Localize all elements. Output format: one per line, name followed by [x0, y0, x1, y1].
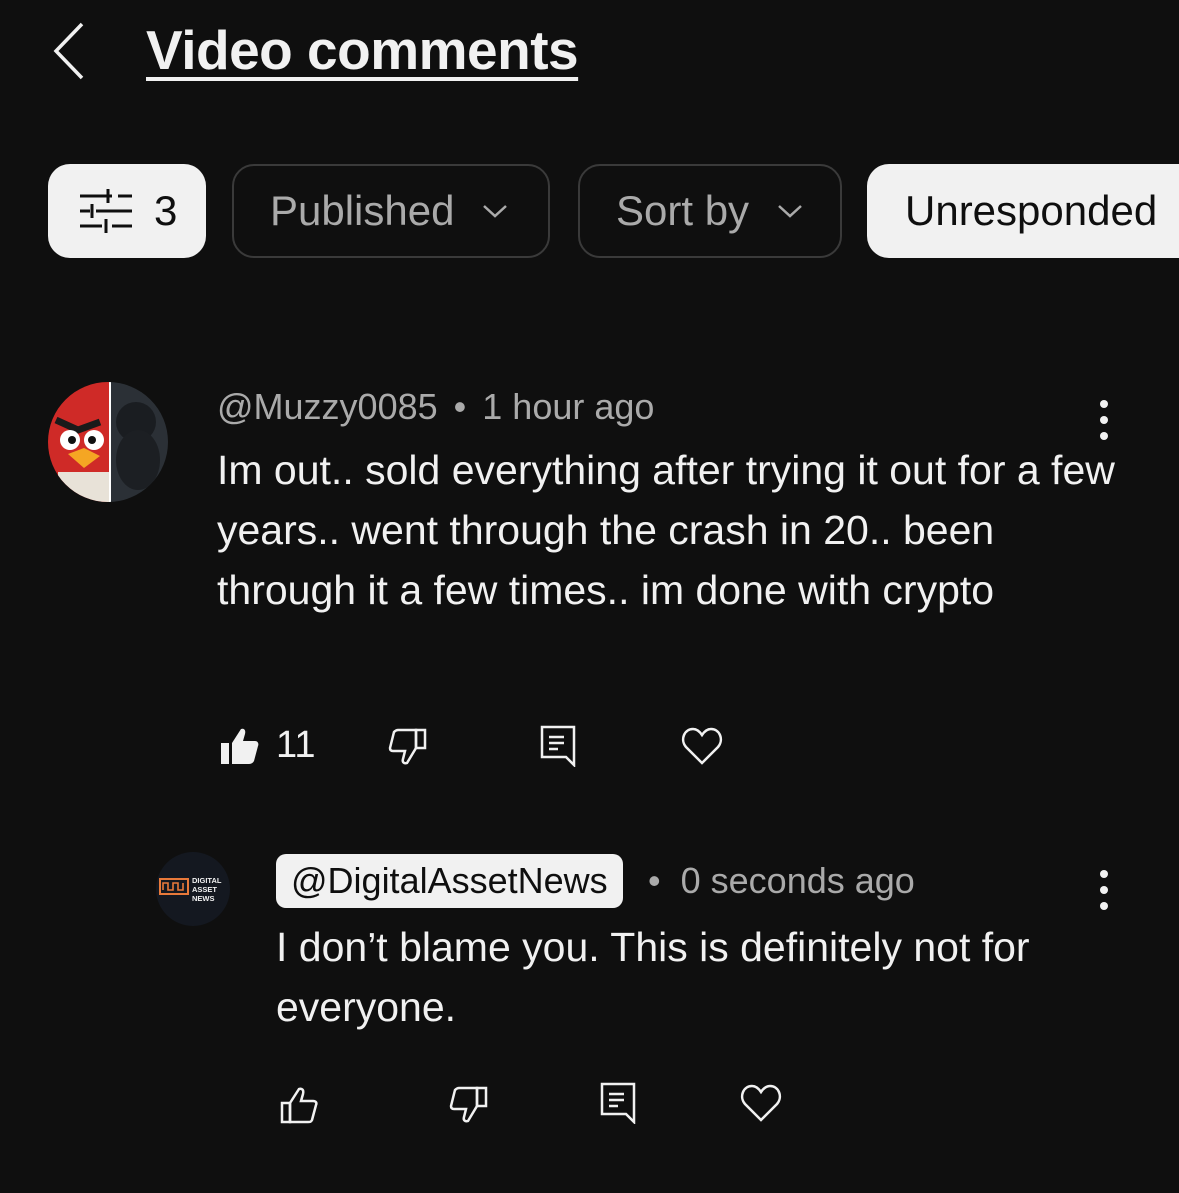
unresponded-label: Unresponded [905, 187, 1158, 234]
meta-separator: • [648, 860, 661, 901]
svg-text:DIGITAL: DIGITAL [192, 876, 222, 885]
page-title: Video comments [146, 19, 579, 81]
filter-chip[interactable]: 3 [48, 164, 206, 258]
filter-count: 3 [154, 187, 178, 234]
sort-by-dropdown[interactable]: Sort by [578, 164, 842, 258]
published-dropdown[interactable]: Published [232, 164, 550, 258]
reply-meta: • 0 seconds ago [648, 860, 915, 902]
thumb-up-icon [280, 1086, 320, 1124]
dislike-button[interactable] [448, 1086, 488, 1124]
like-button[interactable] [280, 1086, 320, 1124]
like-button[interactable] [220, 726, 260, 766]
meta-separator: • [453, 386, 467, 427]
reply-button[interactable] [540, 725, 576, 767]
comment-time: 1 hour ago [482, 386, 655, 427]
more-vert-icon[interactable] [1094, 398, 1114, 444]
thumb-up-icon [220, 726, 260, 766]
published-label: Published [270, 187, 455, 234]
like-count: 11 [276, 724, 316, 766]
channel-avatar[interactable]: DIGITAL ASSET NEWS [156, 852, 230, 926]
chevron-down-icon [482, 203, 508, 219]
reply-icon [600, 1082, 636, 1124]
reply-text: I don’t blame you. This is definitely no… [276, 924, 1030, 1030]
unresponded-chip[interactable]: Unresponded [867, 164, 1179, 258]
heart-icon [681, 726, 723, 766]
more-vert-icon[interactable] [1094, 868, 1114, 914]
avatar[interactable] [48, 382, 168, 502]
comment-text: Im out.. sold everything after trying it… [217, 447, 1115, 613]
heart-button[interactable] [740, 1083, 782, 1123]
reply-author-chip[interactable]: @DigitalAssetNews [276, 854, 623, 908]
reply-button[interactable] [600, 1082, 636, 1124]
comment-author[interactable]: @Muzzy0085 [217, 386, 438, 427]
filter-sliders-icon [78, 188, 134, 234]
svg-text:NEWS: NEWS [192, 894, 215, 903]
svg-text:ASSET: ASSET [192, 885, 217, 894]
digital-asset-news-logo: DIGITAL ASSET NEWS [159, 876, 222, 903]
sort-by-label: Sort by [616, 187, 750, 234]
chevron-down-icon [777, 203, 803, 219]
comment-meta: @Muzzy0085 • 1 hour ago [217, 386, 654, 428]
reply-time: 0 seconds ago [680, 860, 915, 901]
reply-icon [540, 725, 576, 767]
thumb-down-icon [387, 728, 427, 766]
back-icon[interactable] [48, 20, 96, 82]
heart-icon [740, 1083, 782, 1123]
dislike-button[interactable] [387, 728, 427, 766]
thumb-down-icon [448, 1086, 488, 1124]
heart-button[interactable] [681, 726, 723, 766]
